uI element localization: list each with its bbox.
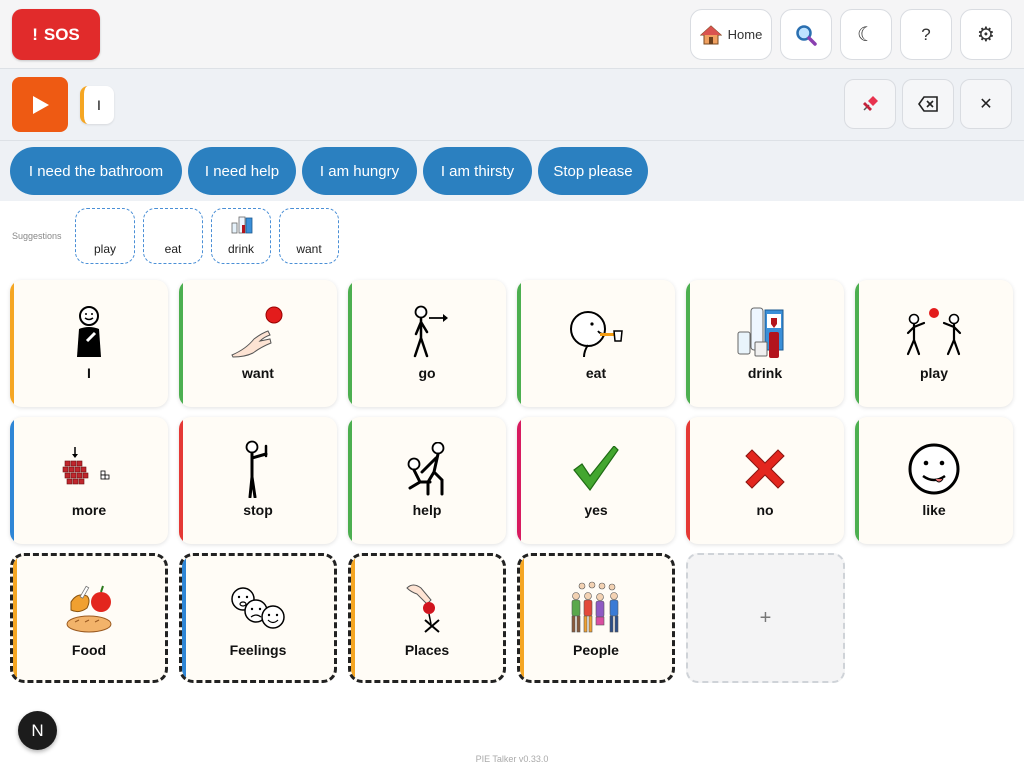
sos-button[interactable]: ! SOS [12, 9, 100, 60]
sos-label: SOS [43, 24, 80, 44]
more-blocks-icon [62, 447, 110, 485]
folder-food[interactable]: Food [10, 553, 168, 683]
suggestion-label: eat [164, 242, 182, 256]
search-button[interactable] [780, 9, 832, 60]
suggestion-label: want [296, 242, 322, 256]
suggestion-play[interactable]: play [75, 208, 135, 264]
suggestion-label: drink [227, 242, 254, 256]
suggestion-drink[interactable]: drink [211, 208, 271, 264]
suggestion-label: play [93, 242, 116, 256]
person-pointing-self-icon [77, 306, 101, 357]
tile-stop[interactable]: stop [179, 417, 337, 544]
settings-button[interactable]: ⚙ [960, 9, 1012, 60]
gear-icon: ⚙ [977, 24, 995, 46]
tile-i[interactable]: I [10, 280, 168, 407]
tile-label: like [922, 502, 946, 518]
tile-label: want [242, 365, 274, 381]
phrase-button[interactable]: I need help [188, 147, 296, 195]
phrase-button[interactable]: I am thirsty [423, 147, 532, 195]
folder-places[interactable]: Places [348, 553, 506, 683]
check-mark-icon [573, 446, 619, 492]
folder-label: Places [404, 642, 450, 658]
dark-mode-button[interactable]: ☾ [840, 9, 892, 60]
people-playing-ball-icon [906, 308, 962, 356]
suggestion-eat[interactable]: eat [143, 208, 203, 264]
message-word: I [97, 97, 101, 113]
tile-more[interactable]: more [10, 417, 168, 544]
tile-eat[interactable]: eat [517, 280, 675, 407]
person-helping-icon [407, 442, 445, 496]
tile-label: more [71, 502, 107, 518]
person-eating-icon [570, 311, 623, 357]
folder-label: People [573, 642, 619, 658]
tile-label: yes [584, 502, 608, 518]
house-icon [699, 24, 722, 44]
clear-button[interactable]: ✕ [960, 79, 1012, 129]
tile-label: eat [585, 365, 607, 381]
tile-label: I [87, 365, 91, 381]
pin-button[interactable] [844, 79, 896, 129]
person-walking-icon [413, 305, 448, 358]
add-tile-button[interactable]: + [686, 553, 845, 683]
tile-want[interactable]: want [179, 280, 337, 407]
close-icon: ✕ [979, 96, 993, 113]
message-bar: I ✕ [0, 69, 1024, 141]
tile-help[interactable]: help [348, 417, 506, 544]
tile-label: stop [243, 502, 273, 518]
home-button[interactable]: Home [690, 9, 772, 60]
tile-play[interactable]: play [855, 280, 1013, 407]
search-icon [796, 24, 817, 46]
group-of-people-icon [571, 581, 619, 633]
tile-no[interactable]: no [686, 417, 844, 544]
faces-icon [231, 587, 285, 629]
moon-icon: ☾ [857, 24, 875, 46]
app-badge[interactable]: N [18, 711, 57, 750]
speak-button[interactable] [12, 77, 68, 132]
smiley-face-icon [908, 443, 960, 495]
tile-label: go [418, 365, 436, 381]
folder-label: Food [71, 642, 107, 658]
food-icon [66, 585, 112, 633]
tile-like[interactable]: like [855, 417, 1013, 544]
tile-drink[interactable]: drink [686, 280, 844, 407]
suggestion-want[interactable]: want [279, 208, 339, 264]
drinks-icon [737, 307, 784, 358]
tile-go[interactable]: go [348, 280, 506, 407]
backspace-icon [918, 96, 938, 112]
play-icon [33, 95, 49, 114]
folder-label: Feelings [229, 642, 287, 658]
pushpin-icon [863, 96, 878, 111]
help-button[interactable]: ? [900, 9, 952, 60]
drink-icon [231, 216, 253, 234]
tile-label: help [412, 502, 442, 518]
folder-people[interactable]: People [517, 553, 675, 683]
message-word-chip[interactable]: I [80, 86, 114, 124]
home-label: Home [727, 27, 763, 42]
quick-phrases-bar: I need the bathroom I need help I am hun… [0, 141, 1024, 201]
person-stop-gesture-icon [245, 440, 268, 498]
red-x-icon [745, 449, 785, 489]
tile-label: play [919, 365, 948, 381]
backspace-button[interactable] [902, 79, 954, 129]
folder-feelings[interactable]: Feelings [179, 553, 337, 683]
tile-label: drink [747, 365, 783, 381]
phrase-button[interactable]: Stop please [538, 147, 648, 195]
suggestions-label: Suggestions [12, 231, 62, 241]
map-pin-icon [406, 584, 440, 633]
tile-label: no [756, 502, 774, 518]
alert-icon: ! [32, 24, 38, 44]
phrase-button[interactable]: I need the bathroom [10, 147, 182, 195]
phrase-button[interactable]: I am hungry [302, 147, 417, 195]
hand-reaching-icon [231, 306, 283, 358]
top-bar: ! SOS Home ☾ ? ⚙ [0, 0, 1024, 69]
tile-yes[interactable]: yes [517, 417, 675, 544]
question-icon: ? [921, 24, 931, 44]
plus-icon: + [759, 606, 772, 629]
version-text: PIE Talker v0.33.0 [475, 754, 549, 764]
